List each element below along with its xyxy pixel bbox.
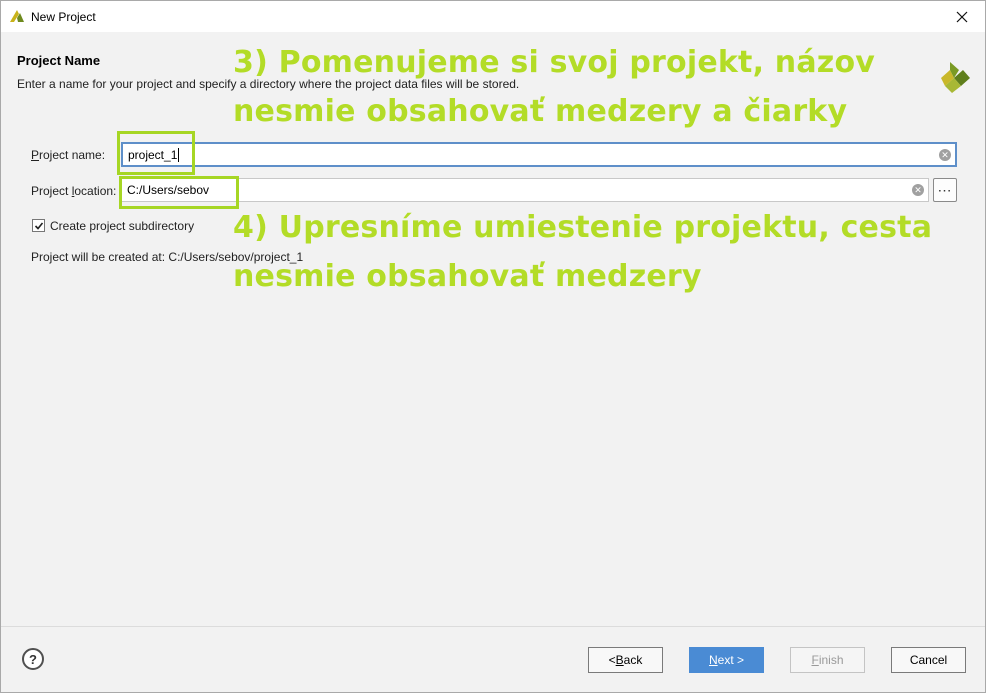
next-button-mnemonic: N [708, 653, 718, 667]
clear-name-icon[interactable]: ✕ [939, 148, 951, 161]
project-location-label-start: Project [31, 184, 72, 198]
title-bar: New Project [1, 1, 985, 32]
finish-button[interactable]: Finish [790, 647, 865, 673]
new-project-dialog: New Project Project Name Enter a name fo… [0, 0, 986, 693]
clear-location-icon[interactable]: ✕ [912, 184, 924, 196]
checkmark-icon [34, 221, 43, 230]
annotation-step4-line2: nesmie obsahovať medzery [233, 259, 702, 294]
project-name-label-text: roject name: [39, 148, 106, 162]
window-title: New Project [31, 10, 96, 24]
cancel-button[interactable]: Cancel [891, 647, 966, 673]
back-button-text: ack [623, 653, 643, 667]
next-button[interactable]: Next > [689, 647, 764, 673]
project-name-label: Project name: [31, 148, 105, 162]
back-button-prefix: < [608, 653, 616, 667]
close-button[interactable] [939, 1, 985, 32]
back-button-mnemonic: B [615, 653, 624, 667]
project-name-highlight [117, 131, 195, 175]
project-name-label-mnemonic: P [31, 148, 40, 162]
browse-location-button[interactable]: ⋯ [933, 178, 957, 202]
app-logo-icon [10, 10, 24, 22]
back-button[interactable]: < Back [588, 647, 663, 673]
annotation-step4-line1: 4) Upresníme umiestenie projektu, cesta [233, 210, 933, 245]
project-location-label: Project location: [31, 184, 116, 198]
project-location-highlight [119, 176, 239, 209]
project-name-input[interactable]: project_1 ✕ [121, 142, 957, 167]
next-button-text: ext > [717, 653, 745, 667]
annotation-step3-line1: 3) Pomenujeme si svoj projekt, názov [233, 45, 876, 80]
create-subdirectory-checkbox[interactable] [32, 219, 45, 232]
project-location-label-text: ocation: [74, 184, 117, 198]
footer-divider [1, 626, 985, 627]
brand-logo-icon [941, 62, 970, 93]
finish-button-mnemonic: F [811, 653, 819, 667]
help-button[interactable]: ? [22, 648, 44, 670]
page-title: Project Name [17, 53, 101, 68]
create-subdirectory-label[interactable]: Create project subdirectory [50, 219, 194, 233]
project-location-input[interactable]: C:/Users/sebov ✕ [121, 178, 929, 202]
close-icon [956, 11, 968, 22]
finish-button-text: inish [818, 653, 844, 667]
annotation-step3-line2: nesmie obsahovať medzery a čiarky [233, 94, 848, 129]
